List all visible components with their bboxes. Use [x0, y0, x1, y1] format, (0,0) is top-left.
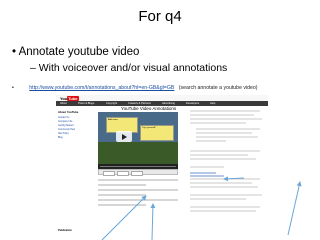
arrow-to-controls — [150, 203, 156, 240]
callout-arrows — [101, 176, 302, 240]
arrow-to-panel — [223, 176, 245, 182]
slide: For q4 • Annotate youtube video – With v… — [0, 0, 320, 240]
arrow-right — [287, 181, 302, 236]
arrow-to-video — [101, 195, 147, 240]
